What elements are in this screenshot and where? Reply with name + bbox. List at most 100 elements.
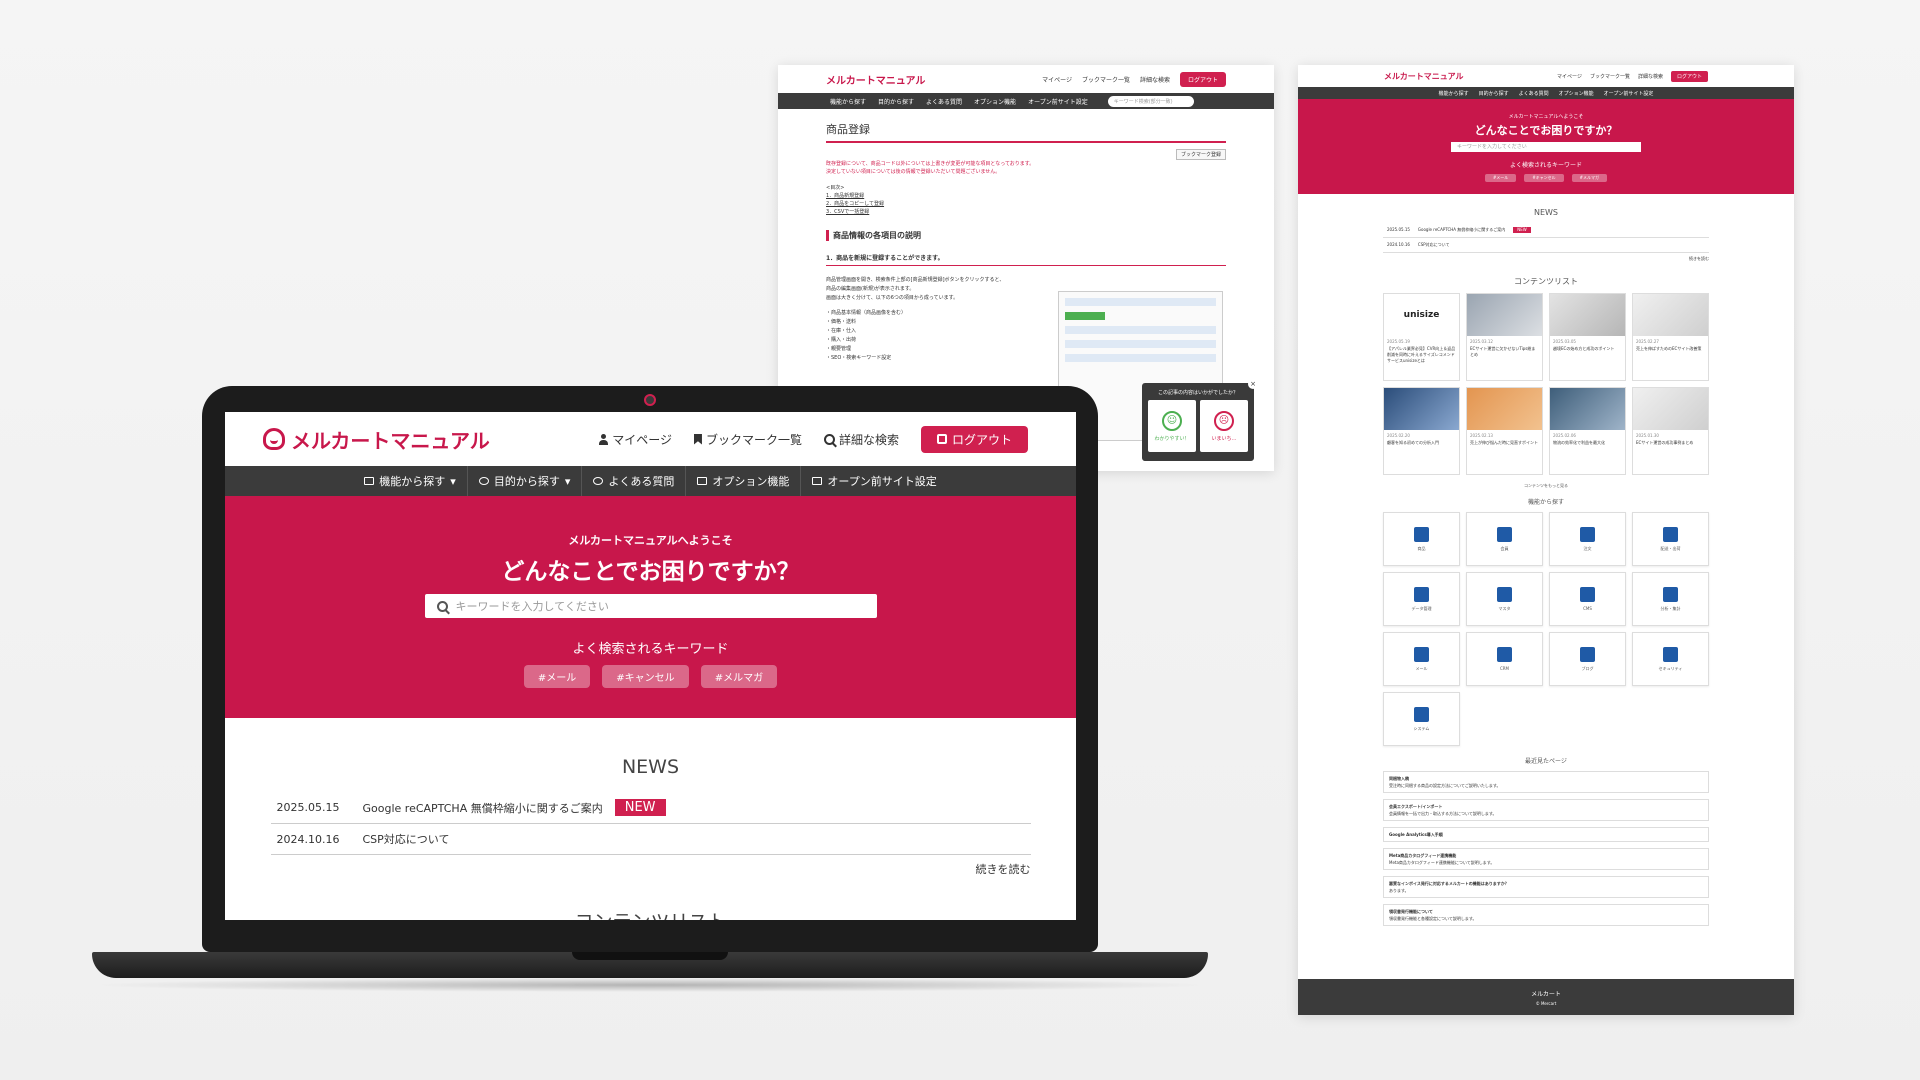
- mypage-link[interactable]: マイページ: [599, 431, 672, 448]
- article-notice: 既存登録について、商品コード以外については上書きが変更が可能な項目となっておりま…: [826, 160, 1226, 176]
- bookmarks-link[interactable]: ブックマーク一覧: [1082, 75, 1130, 84]
- recent-item[interactable]: Meta商品カタログフィード連携機能 Meta商品カタログフィード連携機能について…: [1383, 848, 1709, 870]
- logout-button[interactable]: ログアウト: [920, 425, 1028, 453]
- nav-item-faq[interactable]: よくある質問: [582, 466, 687, 496]
- hero-search-input[interactable]: キーワードを入力してください: [424, 594, 877, 618]
- feature-tile[interactable]: CMS: [1549, 572, 1626, 626]
- pencil-icon: [1580, 587, 1595, 602]
- figure-bar: [1065, 312, 1105, 320]
- feature-tile[interactable]: ブログ: [1549, 632, 1626, 686]
- logout-button[interactable]: ログアウト: [1670, 70, 1708, 82]
- content-card[interactable]: 2025.02.27 売上を伸ばすためのECサイト改善策: [1632, 293, 1709, 381]
- content-card[interactable]: 2025.02.20 顧客を知る初めての分析入門: [1383, 387, 1460, 475]
- article-heading: 商品情報の各項目の説明: [826, 230, 1226, 241]
- feature-tile[interactable]: システム: [1383, 692, 1460, 746]
- feature-tile[interactable]: データ管理: [1383, 572, 1460, 626]
- content-card[interactable]: 2025.02.13 売上が伸び悩んだ時に見直すポイント: [1466, 387, 1543, 475]
- article-logo[interactable]: メルカートマニュアル: [826, 72, 925, 87]
- chevron-down-icon: ▾: [564, 474, 571, 488]
- content-card[interactable]: unisize 2025.05.19 【アパレル業界必見】CVR向上＆返品削減を同時…: [1383, 293, 1460, 381]
- recent-item[interactable]: 同梱物入稿 受注時に同梱する商品の設定方法についてご説明いたします。: [1383, 771, 1709, 793]
- fp-logo[interactable]: メルカートマニュアル: [1384, 71, 1464, 82]
- bookmarks-link[interactable]: ブックマーク一覧: [1590, 73, 1630, 80]
- nav-item-preopen[interactable]: オープン前サイト設定: [1028, 97, 1088, 106]
- header-links: マイページ ブックマーク一覧 詳細な検索 ログアウト: [599, 425, 1028, 453]
- nav-item-options[interactable]: オプション機能: [686, 466, 802, 496]
- nav-item-purpose[interactable]: 目的から探す: [1479, 90, 1509, 97]
- fp-recent-list: 同梱物入稿 受注時に同梱する商品の設定方法についてご説明いたします。 会員エクスポ…: [1383, 771, 1709, 926]
- feature-tile[interactable]: 商品: [1383, 512, 1460, 566]
- close-icon[interactable]: ×: [1248, 379, 1258, 389]
- fp-news-more-link[interactable]: 続きを読む: [1383, 256, 1709, 262]
- nav-item-features[interactable]: 機能から探す: [1439, 90, 1469, 97]
- nav-item-features[interactable]: 機能から探す ▾: [353, 466, 468, 496]
- feature-tile[interactable]: セキュリティ: [1632, 632, 1709, 686]
- card-image: [1467, 388, 1542, 430]
- keyword-tag-mail[interactable]: #メール: [523, 665, 591, 688]
- feature-tile[interactable]: 分析・集計: [1632, 572, 1709, 626]
- feedback-bad-button[interactable]: ☹ いまいち…: [1200, 400, 1248, 452]
- keyword-tag[interactable]: #キャンセル: [1524, 174, 1564, 182]
- article-search-input[interactable]: キーワード検索(部分一致): [1107, 95, 1194, 107]
- bookmark-add-button[interactable]: ブックマーク登録: [1175, 149, 1226, 160]
- feature-tile[interactable]: メール: [1383, 632, 1460, 686]
- recent-item[interactable]: 領収書発行機能について 領収書発行機能と各種設定について説明します。: [1383, 904, 1709, 926]
- advanced-search-link[interactable]: 詳細な検索: [1140, 75, 1170, 84]
- nav-item-purpose[interactable]: 目的から探す ▾: [468, 466, 583, 496]
- news-more-link[interactable]: 続きを読む: [271, 861, 1031, 877]
- mypage-link[interactable]: マイページ: [1557, 73, 1582, 80]
- recent-desc: Meta商品カタログフィード連携機能について説明します。: [1389, 860, 1495, 865]
- keyword-tag[interactable]: #メルマガ: [1571, 174, 1608, 182]
- feature-tile[interactable]: 配送・出荷: [1632, 512, 1709, 566]
- nav-item-faq[interactable]: よくある質問: [926, 97, 962, 106]
- content-card[interactable]: 2025.02.06 物流の効率化で利益を最大化: [1549, 387, 1626, 475]
- feature-tile[interactable]: 注文: [1549, 512, 1626, 566]
- site-logo[interactable]: メルカートマニュアル: [263, 425, 490, 454]
- article-toc: <目次> 1．商品新規登録 2．商品をコピーして登録 3．CSVで一括登録: [826, 184, 1226, 216]
- content-card[interactable]: 2025.01.30 ECサイト運営の成功事例まとめ: [1632, 387, 1709, 475]
- keyword-tag-mailmag[interactable]: #メルマガ: [700, 665, 778, 688]
- recent-item[interactable]: 会員エクスポート/インポート 会員情報を一括で出力・取込する方法について説明します…: [1383, 799, 1709, 821]
- chevron-down-icon: ▾: [450, 474, 456, 488]
- advanced-search-link[interactable]: 詳細な検索: [1638, 73, 1663, 80]
- nav-item-purpose[interactable]: 目的から探す: [878, 97, 914, 106]
- feature-tile[interactable]: 会員: [1466, 512, 1543, 566]
- nav-item-preopen[interactable]: オープン前サイト設定: [801, 466, 947, 496]
- nav-item-features[interactable]: 機能から探す: [830, 97, 866, 106]
- logout-button[interactable]: ログアウト: [1179, 71, 1226, 87]
- feature-label: 配送・出荷: [1660, 545, 1681, 551]
- news-row[interactable]: 2025.05.15 Google reCAPTCHA 無償枠縮小に関するご案内…: [270, 792, 1031, 824]
- content-card[interactable]: 2025.03.12 ECサイト運営に欠かせないTips総まとめ: [1466, 293, 1543, 381]
- recent-item[interactable]: 悪質なインボイス発行に対応するメルカートの機能はありますか？ あります。: [1383, 876, 1709, 898]
- nav-item-preopen[interactable]: オープン前サイト設定: [1604, 90, 1654, 97]
- recent-title: Google Analytics導入手順: [1389, 832, 1443, 837]
- feedback-good-button[interactable]: ☺ わかりやすい！: [1148, 400, 1196, 452]
- fp-contents-more-link[interactable]: コンテンツをもっと見る: [1298, 483, 1794, 489]
- content-card[interactable]: 2025.03.05 越境ECの始め方と成功のポイント: [1549, 293, 1626, 381]
- news-row[interactable]: 2024.10.16 CSP対応について: [270, 824, 1031, 855]
- feature-label: CRM: [1499, 666, 1510, 671]
- recent-item[interactable]: Google Analytics導入手順: [1383, 827, 1709, 842]
- toc-link[interactable]: 3．CSVで一括登録: [826, 209, 869, 215]
- keyword-tag-cancel[interactable]: #キャンセル: [602, 665, 689, 688]
- nav-item-options[interactable]: オプション機能: [1559, 90, 1594, 97]
- feedback-popup: × この記事の内容はいかがでしたか？ ☺ わかりやすい！ ☹ いまいち…: [1142, 379, 1258, 461]
- nav-item-faq[interactable]: よくある質問: [1519, 90, 1549, 97]
- mypage-link[interactable]: マイページ: [1042, 75, 1072, 84]
- toc-link[interactable]: 1．商品新規登録: [826, 193, 864, 199]
- hero-title: どんなことでお困りですか？: [501, 559, 800, 585]
- bookmarks-link[interactable]: ブックマーク一覧: [693, 431, 802, 448]
- keyword-tag[interactable]: #メール: [1484, 174, 1517, 182]
- nav-item-options[interactable]: オプション機能: [974, 97, 1016, 106]
- advanced-search-link[interactable]: 詳細な検索: [823, 431, 899, 448]
- search-icon: [823, 433, 835, 445]
- news-row[interactable]: 2024.10.16 CSP対応について: [1383, 238, 1709, 253]
- feature-tile[interactable]: マスタ: [1466, 572, 1543, 626]
- toc-link[interactable]: 2．商品をコピーして登録: [826, 201, 884, 207]
- grid-icon: [1497, 586, 1512, 602]
- feature-tile[interactable]: CRM: [1466, 632, 1543, 686]
- fp-search-input[interactable]: キーワードを入力してください: [1451, 142, 1641, 152]
- news-row[interactable]: 2025.05.15 Google reCAPTCHA 無償枠縮小に関するご案内…: [1383, 223, 1709, 238]
- laptop-shadow: [92, 978, 1208, 992]
- site-header: メルカートマニュアル マイページ ブックマーク一覧 詳細な検索 ログアウト: [225, 412, 1076, 466]
